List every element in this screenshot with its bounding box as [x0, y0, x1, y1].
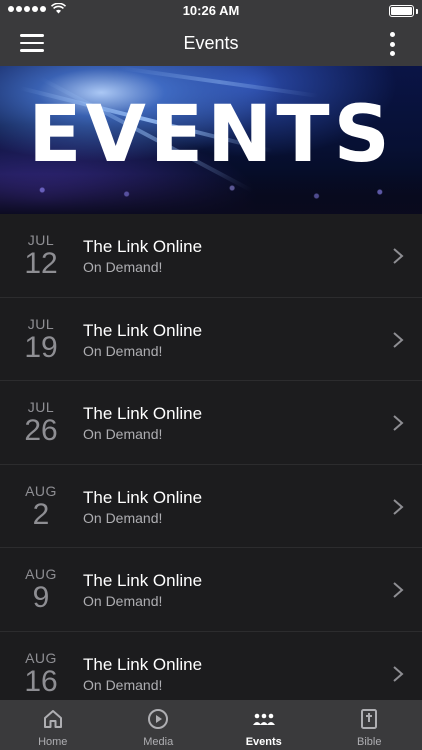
event-date: JUL 12 [0, 232, 82, 280]
event-month: JUL [27, 232, 55, 248]
event-row[interactable]: AUG 16 The Link Online On Demand! [0, 632, 422, 701]
event-title: The Link Online [83, 571, 203, 590]
event-day: 26 [24, 414, 58, 447]
play-icon [148, 709, 169, 729]
chevron-right-icon [393, 248, 404, 264]
event-date: AUG 2 [0, 483, 82, 531]
status-bar: 10:26 AM [0, 0, 422, 22]
event-subtitle: On Demand! [83, 342, 163, 359]
event-row[interactable]: AUG 9 The Link Online On Demand! [0, 548, 422, 632]
tab-home-label: Home [38, 736, 68, 748]
banner-title: EVENTS [28, 90, 394, 180]
event-month: JUL [27, 315, 55, 332]
chevron-right-icon [393, 498, 404, 515]
event-subtitle: On Demand! [83, 593, 163, 609]
event-row[interactable]: JUL 26 The Link Online On Demand! [0, 381, 422, 465]
event-subtitle: On Demand! [83, 259, 163, 275]
event-row[interactable]: AUG 2 The Link Online On Demand! [0, 465, 422, 548]
event-month: AUG [25, 649, 57, 666]
chevron-right-icon [393, 331, 404, 348]
event-day: 2 [32, 497, 50, 531]
more-options-icon[interactable] [390, 32, 396, 56]
event-title: The Link Online [83, 320, 203, 340]
event-date: AUG 9 [0, 566, 82, 614]
nav-bar: Events [0, 22, 422, 66]
tab-bible-label: Bible [357, 736, 382, 748]
event-day: 16 [24, 664, 58, 698]
event-subtitle: On Demand! [83, 676, 163, 693]
event-title: The Link Online [83, 487, 203, 507]
chevron-right-icon [393, 582, 404, 598]
event-subtitle: On Demand! [83, 509, 163, 526]
event-list: JUL 12 The Link Online On Demand! JUL 19… [0, 214, 422, 700]
page-title: Events [183, 33, 239, 53]
battery-icon [389, 5, 414, 17]
chevron-right-icon [393, 665, 404, 682]
home-icon [43, 710, 62, 728]
event-date: AUG 16 [0, 650, 82, 698]
tab-events[interactable]: Events [211, 700, 317, 750]
event-day: 19 [24, 330, 58, 364]
event-title: The Link Online [83, 237, 203, 256]
people-icon [252, 713, 275, 725]
event-month: AUG [25, 482, 57, 499]
tab-media-label: Media [143, 736, 174, 748]
tab-bible[interactable]: Bible [317, 700, 422, 750]
event-month: AUG [25, 566, 57, 582]
status-time: 10:26 AM [182, 3, 240, 18]
crowd-image [0, 174, 422, 214]
event-date: JUL 19 [0, 316, 82, 364]
tab-media[interactable]: Media [106, 700, 212, 750]
event-day: 9 [32, 581, 50, 614]
event-title: The Link Online [83, 654, 203, 674]
chevron-right-icon [393, 415, 404, 431]
event-subtitle: On Demand! [83, 426, 163, 442]
event-row[interactable]: JUL 12 The Link Online On Demand! [0, 214, 422, 298]
bible-icon [361, 709, 378, 729]
event-month: JUL [27, 399, 55, 415]
event-row[interactable]: JUL 19 The Link Online On Demand! [0, 298, 422, 381]
event-date: JUL 26 [0, 399, 82, 447]
tab-events-label: Events [245, 736, 282, 748]
event-day: 12 [24, 247, 58, 280]
events-banner: EVENTS [0, 66, 422, 214]
event-title: The Link Online [83, 404, 203, 423]
tab-home[interactable]: Home [0, 700, 106, 750]
tab-bar: Home Media Events Bible [0, 700, 422, 750]
